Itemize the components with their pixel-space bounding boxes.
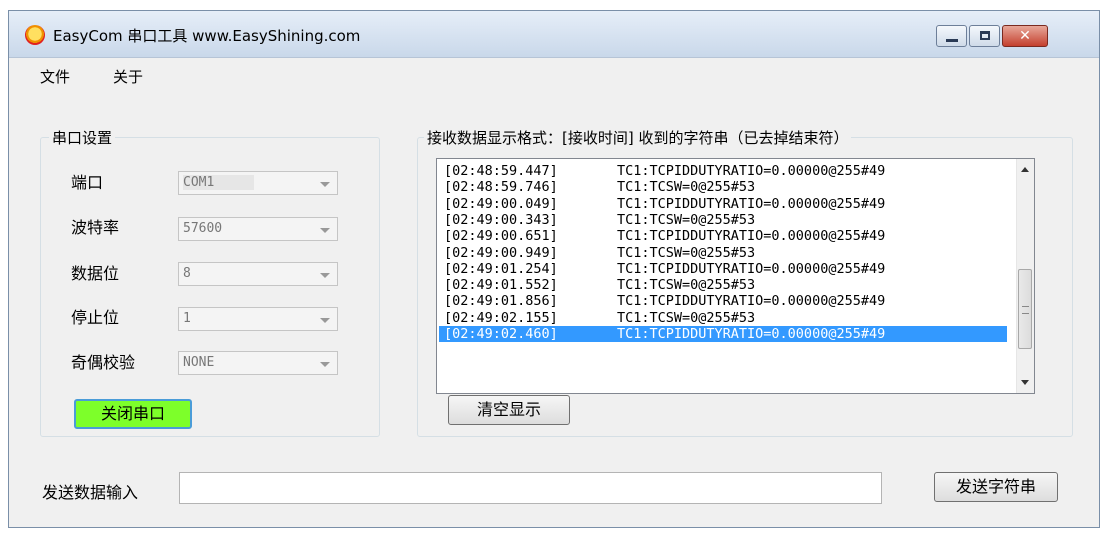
baud-rate-select[interactable]: 57600 xyxy=(178,217,338,241)
row-message: TC1:TCSW=0@255#53 xyxy=(617,179,756,196)
app-logo-icon xyxy=(25,25,45,45)
data-bits-select[interactable]: 8 xyxy=(178,262,338,286)
parity-select[interactable]: NONE xyxy=(178,351,338,375)
grip-icon xyxy=(1022,306,1029,314)
receive-format-title: 接收数据显示格式：[接收时间] 收到的字符串（已去掉结束符） xyxy=(424,127,852,148)
chevron-down-icon xyxy=(320,362,330,367)
list-item[interactable]: [02:49:00.949] TC1:TCSW=0@255#53 xyxy=(439,245,1007,261)
row-timestamp: [02:48:59.746] xyxy=(444,179,558,196)
list-item[interactable]: [02:48:59.447] TC1:TCPIDDUTYRATIO=0.00000… xyxy=(439,163,1007,179)
parity-label: 奇偶校验 xyxy=(71,353,136,372)
row-timestamp: [02:49:02.155] xyxy=(444,309,558,326)
row-timestamp: [02:49:00.651] xyxy=(444,228,558,245)
maximize-button[interactable] xyxy=(969,25,1000,47)
window-title: EasyCom 串口工具 www.EasyShining.com xyxy=(53,27,361,45)
stop-bits-select[interactable]: 1 xyxy=(178,307,338,331)
send-string-button[interactable]: 发送字符串 xyxy=(934,472,1058,502)
send-data-input[interactable] xyxy=(179,472,882,504)
send-data-label: 发送数据输入 xyxy=(42,483,139,502)
chevron-down-icon xyxy=(320,228,330,233)
scroll-down-icon[interactable] xyxy=(1021,380,1029,385)
row-timestamp: [02:49:00.049] xyxy=(444,195,558,212)
list-item[interactable]: [02:49:02.460] TC1:TCPIDDUTYRATIO=0.00000… xyxy=(439,326,1007,342)
row-message: TC1:TCPIDDUTYRATIO=0.00000@255#49 xyxy=(617,293,886,310)
list-item[interactable]: [02:48:59.746] TC1:TCSW=0@255#53 xyxy=(439,179,1007,195)
title-bar[interactable]: EasyCom 串口工具 www.EasyShining.com ✕ xyxy=(9,11,1099,58)
row-timestamp: [02:49:01.254] xyxy=(444,260,558,277)
app-window: EasyCom 串口工具 www.EasyShining.com ✕ 文件 关于… xyxy=(8,10,1100,528)
receive-list[interactable]: [02:48:59.447] TC1:TCPIDDUTYRATIO=0.00000… xyxy=(436,158,1035,394)
row-timestamp: [02:49:01.552] xyxy=(444,277,558,294)
row-message: TC1:TCPIDDUTYRATIO=0.00000@255#49 xyxy=(617,260,886,277)
stop-bits-label: 停止位 xyxy=(71,308,120,327)
vertical-scrollbar[interactable] xyxy=(1016,159,1034,393)
list-item[interactable]: [02:49:01.254] TC1:TCPIDDUTYRATIO=0.00000… xyxy=(439,261,1007,277)
row-message: TC1:TCSW=0@255#53 xyxy=(617,309,756,326)
list-item[interactable]: [02:49:00.343] TC1:TCSW=0@255#53 xyxy=(439,212,1007,228)
row-timestamp: [02:49:02.460] xyxy=(444,326,558,342)
chevron-down-icon xyxy=(320,273,330,278)
scrollbar-thumb[interactable] xyxy=(1018,269,1032,349)
menu-file[interactable]: 文件 xyxy=(40,66,70,87)
chevron-down-icon xyxy=(320,182,330,187)
data-bits-label: 数据位 xyxy=(71,264,120,283)
serial-settings-group: 串口设置 端口 COM1 波特率 57600 数据位 8 停止位 1 奇偶校验 … xyxy=(40,127,380,437)
clear-display-button[interactable]: 清空显示 xyxy=(448,395,570,425)
close-port-button[interactable]: 关闭串口 xyxy=(74,399,192,429)
minimize-button[interactable] xyxy=(936,25,967,47)
row-message: TC1:TCPIDDUTYRATIO=0.00000@255#49 xyxy=(617,195,886,212)
row-message: TC1:TCSW=0@255#53 xyxy=(617,277,756,294)
baud-rate-label: 波特率 xyxy=(71,218,120,237)
row-timestamp: [02:49:01.856] xyxy=(444,293,558,310)
port-label: 端口 xyxy=(71,173,104,192)
row-timestamp: [02:49:00.949] xyxy=(444,244,558,261)
menu-about[interactable]: 关于 xyxy=(113,66,143,87)
row-message: TC1:TCPIDDUTYRATIO=0.00000@255#49 xyxy=(617,326,886,342)
row-timestamp: [02:48:59.447] xyxy=(444,163,558,179)
list-item[interactable]: [02:49:00.651] TC1:TCPIDDUTYRATIO=0.00000… xyxy=(439,228,1007,244)
row-message: TC1:TCPIDDUTYRATIO=0.00000@255#49 xyxy=(617,228,886,245)
list-item[interactable]: [02:49:02.155] TC1:TCSW=0@255#53 xyxy=(439,310,1007,326)
row-message: TC1:TCPIDDUTYRATIO=0.00000@255#49 xyxy=(617,163,886,179)
menu-bar: 文件 关于 xyxy=(9,58,1099,90)
close-button[interactable]: ✕ xyxy=(1002,25,1048,47)
serial-settings-title: 串口设置 xyxy=(49,127,116,148)
scroll-up-icon[interactable] xyxy=(1021,167,1029,172)
minimize-icon xyxy=(946,39,958,42)
row-message: TC1:TCSW=0@255#53 xyxy=(617,211,756,228)
list-item[interactable]: [02:49:01.856] TC1:TCPIDDUTYRATIO=0.00000… xyxy=(439,293,1007,309)
close-icon: ✕ xyxy=(1019,28,1031,44)
row-timestamp: [02:49:00.343] xyxy=(444,211,558,228)
chevron-down-icon xyxy=(320,318,330,323)
row-message: TC1:TCSW=0@255#53 xyxy=(617,244,756,261)
list-item[interactable]: [02:49:00.049] TC1:TCPIDDUTYRATIO=0.00000… xyxy=(439,196,1007,212)
maximize-icon xyxy=(980,31,990,40)
list-item[interactable]: [02:49:01.552] TC1:TCSW=0@255#53 xyxy=(439,277,1007,293)
port-select[interactable]: COM1 xyxy=(178,171,338,195)
